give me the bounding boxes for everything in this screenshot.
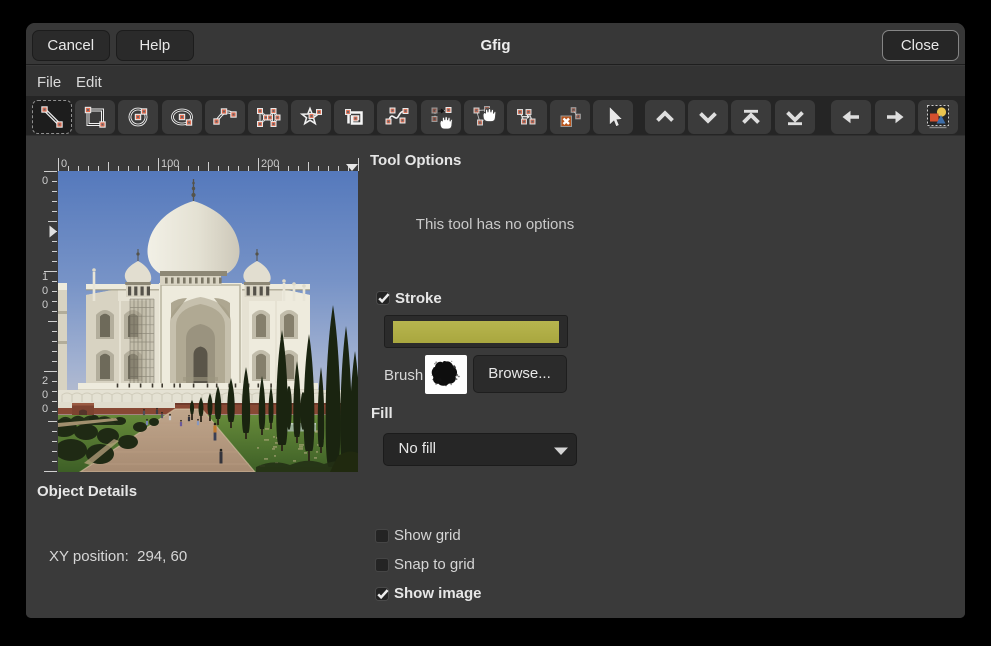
svg-text:2: 2: [42, 375, 48, 387]
svg-text:0: 0: [42, 403, 48, 415]
svg-text:200: 200: [261, 158, 279, 170]
svg-text:0: 0: [42, 285, 48, 297]
svg-text:100: 100: [161, 158, 179, 170]
svg-text:0: 0: [61, 158, 67, 170]
svg-text:0: 0: [42, 389, 48, 401]
svg-text:0: 0: [42, 299, 48, 311]
svg-text:1: 1: [42, 271, 48, 283]
svg-text:0: 0: [42, 175, 48, 187]
